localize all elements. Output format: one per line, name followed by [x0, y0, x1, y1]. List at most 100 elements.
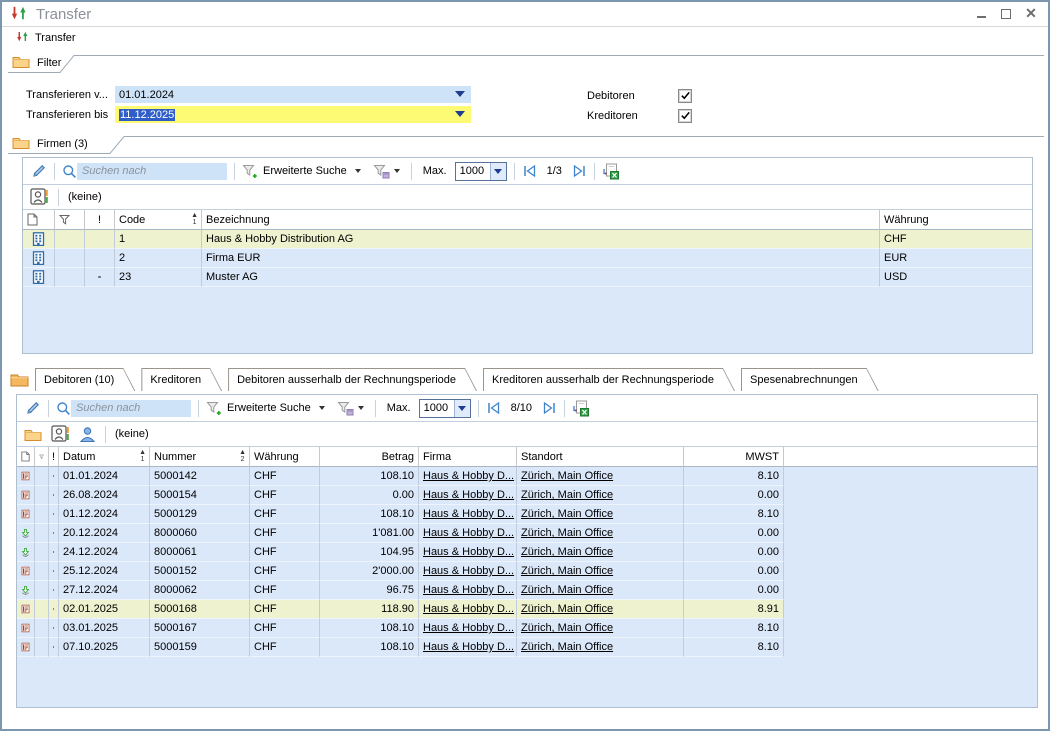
- max-combo[interactable]: 1000: [455, 162, 507, 181]
- next-page-icon[interactable]: [572, 164, 587, 178]
- debitoren-row[interactable]: 24.12.20248000061CHF104.95Haus & Hobby D…: [17, 543, 1037, 562]
- saved-filter-caret-icon[interactable]: [358, 406, 364, 410]
- first-page-icon[interactable]: [486, 401, 501, 415]
- firma-link[interactable]: Haus & Hobby D...: [423, 584, 514, 596]
- firmen-row[interactable]: 23Muster AGUSD: [23, 268, 1032, 287]
- column-header-filter-icon[interactable]: [55, 210, 85, 230]
- tab-kreditoren-ausserhalb-der-rechnungsperiode[interactable]: Kreditoren ausserhalb der Rechnungsperio…: [483, 368, 735, 391]
- advanced-search-filter-icon[interactable]: [242, 163, 259, 179]
- firmen-row[interactable]: 1Haus & Hobby Distribution AGCHF: [23, 230, 1032, 249]
- max-combo-dropdown-icon[interactable]: [454, 400, 470, 417]
- tab-debitoren[interactable]: Debitoren (10): [35, 368, 135, 391]
- invoice-icon: [17, 467, 35, 486]
- debitoren-row[interactable]: 27.12.20248000062CHF96.75Haus & Hobby D.…: [17, 581, 1037, 600]
- standort-link[interactable]: Zürich, Main Office: [521, 641, 613, 653]
- firma-link[interactable]: Haus & Hobby D...: [423, 622, 514, 634]
- search-input[interactable]: [77, 163, 227, 180]
- minimize-button[interactable]: [974, 6, 988, 20]
- cell-firma: Haus & Hobby D...: [419, 562, 517, 581]
- firma-link[interactable]: Haus & Hobby D...: [423, 546, 514, 558]
- column-header-alert[interactable]: !: [85, 210, 115, 230]
- column-header-standort[interactable]: Standort: [517, 447, 684, 467]
- kreditoren-checkbox-label: Kreditoren: [587, 110, 638, 122]
- column-header-betrag[interactable]: Betrag: [320, 447, 419, 467]
- column-header-waehrung[interactable]: Währung: [250, 447, 320, 467]
- advanced-search-filter-icon[interactable]: [206, 400, 223, 416]
- standort-link[interactable]: Zürich, Main Office: [521, 508, 613, 520]
- user-icon[interactable]: [79, 426, 96, 443]
- firma-link[interactable]: Haus & Hobby D...: [423, 470, 514, 482]
- debitoren-row[interactable]: 02.01.20255000168CHF118.90Haus & Hobby D…: [17, 600, 1037, 619]
- max-combo-dropdown-icon[interactable]: [490, 163, 506, 180]
- group-by-folder-icon[interactable]: [24, 427, 42, 441]
- column-header-firma[interactable]: Firma: [419, 447, 517, 467]
- saved-filter-icon[interactable]: [337, 400, 354, 416]
- next-page-icon[interactable]: [542, 401, 557, 415]
- column-header-doc-icon[interactable]: [23, 210, 55, 230]
- row-filler: [784, 505, 1037, 524]
- standort-link[interactable]: Zürich, Main Office: [521, 527, 613, 539]
- firma-link[interactable]: Haus & Hobby D...: [423, 603, 514, 615]
- firma-link[interactable]: Haus & Hobby D...: [423, 565, 514, 577]
- advanced-search-caret-icon[interactable]: [355, 169, 361, 173]
- debitoren-row[interactable]: 26.08.20245000154CHF0.00Haus & Hobby D..…: [17, 486, 1037, 505]
- first-page-icon[interactable]: [522, 164, 537, 178]
- firma-link[interactable]: Haus & Hobby D...: [423, 641, 514, 653]
- edit-icon[interactable]: [31, 163, 47, 179]
- kreditoren-checkbox[interactable]: [678, 109, 692, 123]
- export-excel-icon[interactable]: [572, 400, 590, 417]
- column-header-datum[interactable]: Datum▲1: [59, 447, 150, 467]
- column-header-bezeichnung[interactable]: Bezeichnung: [202, 210, 880, 230]
- debitoren-row[interactable]: 03.01.20255000167CHF108.10Haus & Hobby D…: [17, 619, 1037, 638]
- tab-debitoren-ausserhalb-der-rechnungsperiode[interactable]: Debitoren ausserhalb der Rechnungsperiod…: [228, 368, 477, 391]
- advanced-search-label[interactable]: Erweiterte Suche: [227, 402, 311, 414]
- edit-icon[interactable]: [25, 400, 41, 416]
- firma-link[interactable]: Haus & Hobby D...: [423, 508, 514, 520]
- row-filler: [784, 467, 1037, 486]
- firma-link[interactable]: Haus & Hobby D...: [423, 489, 514, 501]
- column-header-mwst[interactable]: MWST: [684, 447, 784, 467]
- advanced-search-caret-icon[interactable]: [319, 406, 325, 410]
- row-alert-cell: [49, 505, 59, 524]
- standort-link[interactable]: Zürich, Main Office: [521, 584, 613, 596]
- debitoren-row[interactable]: 01.12.20245000129CHF108.10Haus & Hobby D…: [17, 505, 1037, 524]
- standort-link[interactable]: Zürich, Main Office: [521, 565, 613, 577]
- firmen-row[interactable]: 2Firma EUREUR: [23, 249, 1032, 268]
- column-header-doc-icon[interactable]: [17, 447, 35, 467]
- saved-filter-icon[interactable]: [373, 163, 390, 179]
- group-by-person-icon[interactable]: [30, 188, 49, 206]
- debitoren-row[interactable]: 25.12.20245000152CHF2'000.00Haus & Hobby…: [17, 562, 1037, 581]
- firmen-header-row: !Code▲1BezeichnungWährung: [23, 210, 1032, 230]
- debitoren-row[interactable]: 20.12.20248000060CHF1'081.00Haus & Hobby…: [17, 524, 1037, 543]
- export-excel-icon[interactable]: [602, 163, 620, 180]
- standort-link[interactable]: Zürich, Main Office: [521, 603, 613, 615]
- alert-dot: [53, 532, 54, 535]
- group-by-person-icon[interactable]: [51, 425, 70, 443]
- tab-spesenabrechnungen[interactable]: Spesenabrechnungen: [741, 368, 879, 391]
- standort-link[interactable]: Zürich, Main Office: [521, 489, 613, 501]
- firma-link[interactable]: Haus & Hobby D...: [423, 527, 514, 539]
- standort-link[interactable]: Zürich, Main Office: [521, 470, 613, 482]
- column-header-nummer[interactable]: Nummer▲2: [150, 447, 250, 467]
- advanced-search-label[interactable]: Erweiterte Suche: [263, 165, 347, 177]
- column-header-code[interactable]: Code▲1: [115, 210, 202, 230]
- cell-mwst: 0.00: [684, 562, 784, 581]
- debitoren-checkbox[interactable]: [678, 89, 692, 103]
- search-icon[interactable]: [56, 401, 71, 416]
- alert-dot: [53, 646, 54, 649]
- max-combo[interactable]: 1000: [419, 399, 471, 418]
- maximize-button[interactable]: [999, 6, 1013, 20]
- debitoren-row[interactable]: 07.10.20255000159CHF108.10Haus & Hobby D…: [17, 638, 1037, 657]
- column-header-alert[interactable]: !: [49, 447, 59, 467]
- standort-link[interactable]: Zürich, Main Office: [521, 622, 613, 634]
- debitoren-row[interactable]: 01.01.20245000142CHF108.10Haus & Hobby D…: [17, 467, 1037, 486]
- tab-kreditoren[interactable]: Kreditoren: [141, 368, 222, 391]
- column-header-filter-icon[interactable]: [35, 447, 49, 467]
- standort-link[interactable]: Zürich, Main Office: [521, 546, 613, 558]
- row-alert-cell: [49, 562, 59, 581]
- search-input[interactable]: [71, 400, 191, 417]
- search-icon[interactable]: [62, 164, 77, 179]
- column-header-waehrung[interactable]: Währung: [880, 210, 1032, 230]
- close-button[interactable]: ✕: [1024, 6, 1038, 20]
- saved-filter-caret-icon[interactable]: [394, 169, 400, 173]
